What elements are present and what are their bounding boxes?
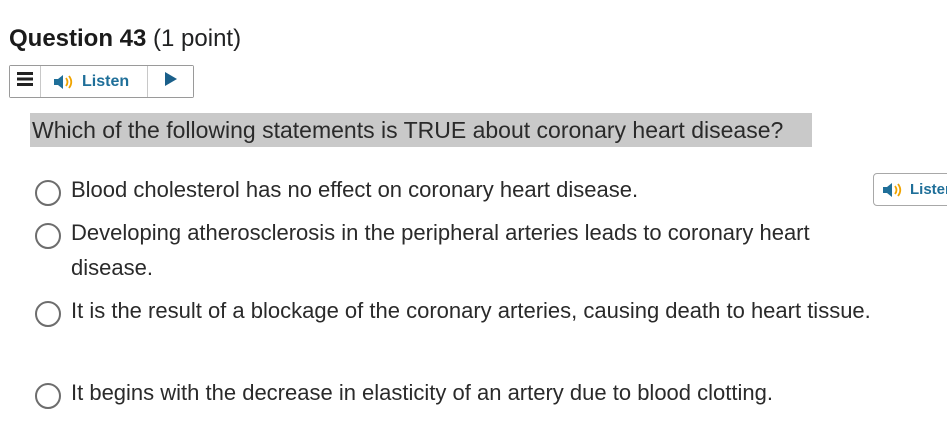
- question-title: Question 43: [9, 25, 147, 52]
- radio-button[interactable]: [35, 301, 61, 327]
- speaker-icon: [53, 73, 75, 91]
- choice-1[interactable]: Blood cholesterol has no effect on coron…: [35, 172, 881, 207]
- listen-button[interactable]: Listen: [41, 66, 148, 97]
- choice-2[interactable]: Developing atherosclerosis in the periph…: [35, 215, 881, 285]
- play-icon: [164, 72, 177, 91]
- floating-listen-label: Listen: [910, 181, 947, 198]
- radio-button[interactable]: [35, 383, 61, 409]
- choice-text: It is the result of a blockage of the co…: [71, 298, 871, 323]
- choice-text: Blood cholesterol has no effect on coron…: [71, 177, 639, 202]
- question-text: Which of the following statements is TRU…: [30, 113, 812, 147]
- radio-button[interactable]: [35, 223, 61, 249]
- radio-button[interactable]: [35, 180, 61, 206]
- play-button[interactable]: [148, 66, 193, 97]
- menu-icon: [17, 72, 33, 91]
- choice-text: Developing atherosclerosis in the periph…: [71, 220, 810, 280]
- choice-text: It begins with the decrease in elasticit…: [71, 380, 773, 405]
- choice-3[interactable]: It is the result of a blockage of the co…: [35, 293, 881, 328]
- floating-listen-button[interactable]: Listen: [873, 173, 947, 206]
- speaker-icon: [882, 181, 904, 199]
- listen-menu-button[interactable]: [10, 66, 41, 97]
- question-header: Question 43 (1 point): [9, 24, 241, 54]
- choice-4[interactable]: It begins with the decrease in elasticit…: [35, 375, 881, 410]
- question-points: (1 point): [153, 25, 242, 52]
- listen-toolbar: Listen: [9, 65, 194, 98]
- listen-label: Listen: [82, 72, 130, 90]
